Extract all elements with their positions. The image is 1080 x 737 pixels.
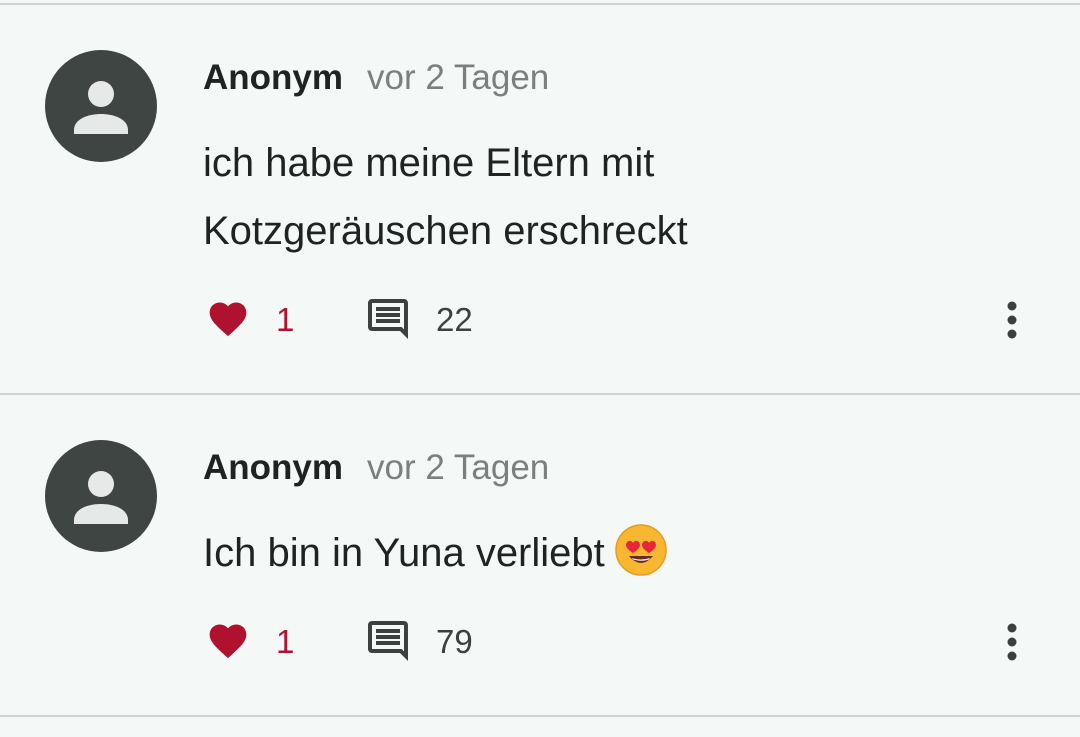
comment-text: Ich bin in Yuna verliebt: [203, 519, 903, 587]
comment-meta: Anonym vor 2 Tagen: [203, 54, 549, 102]
avatar[interactable]: [45, 50, 157, 162]
comment-icon[interactable]: [364, 295, 412, 343]
like-count: 1: [276, 301, 295, 338]
comment-actions: 1 79: [0, 617, 1080, 667]
comment-icon[interactable]: [364, 617, 412, 665]
comment-list: Anonym vor 2 Tagen ich habe meine Eltern…: [0, 0, 1080, 737]
comment-meta: Anonym vor 2 Tagen: [203, 444, 549, 492]
timestamp: vor 2 Tagen: [367, 58, 550, 97]
person-icon: [74, 471, 128, 524]
person-icon: [74, 81, 128, 134]
reply-count: 79: [436, 623, 473, 660]
heart-icon[interactable]: [205, 619, 251, 663]
divider: [0, 393, 1080, 395]
comment-text-line: Kotzgeräuschen erschreckt: [203, 209, 688, 253]
author-name[interactable]: Anonym: [203, 448, 343, 488]
comment-text: ich habe meine Eltern mit Kotzgeräuschen…: [203, 129, 903, 265]
reply-count: 22: [436, 301, 473, 338]
divider: [0, 3, 1080, 5]
divider: [0, 715, 1080, 717]
more-options-icon[interactable]: [996, 618, 1028, 666]
more-options-icon[interactable]: [996, 296, 1028, 344]
like-count: 1: [276, 623, 295, 660]
comment-actions: 1 22: [0, 295, 1080, 345]
heart-icon[interactable]: [205, 297, 251, 341]
avatar[interactable]: [45, 440, 157, 552]
author-name[interactable]: Anonym: [203, 58, 343, 98]
comment-text-line: ich habe meine Eltern mit: [203, 141, 655, 185]
comment-text-line: Ich bin in Yuna verliebt: [203, 531, 605, 575]
heart-eyes-emoji-icon: [615, 524, 667, 576]
timestamp: vor 2 Tagen: [367, 448, 550, 487]
